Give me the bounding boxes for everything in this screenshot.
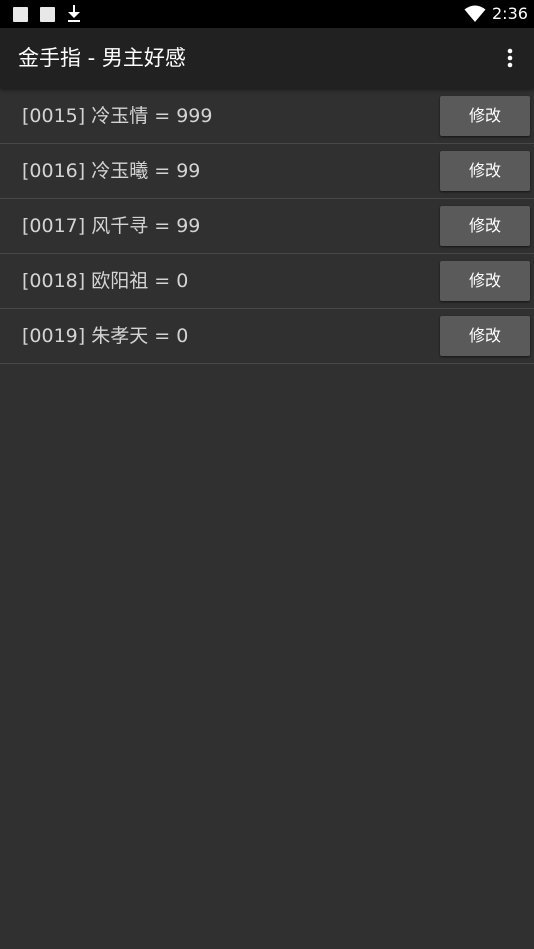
list-item: [0018] 欧阳祖 = 0 修改 bbox=[0, 254, 534, 309]
list-item-label: [0016] 冷玉曦 = 99 bbox=[22, 160, 201, 182]
status-time: 2:36 bbox=[492, 4, 528, 23]
list-item-label: [0019] 朱孝天 = 0 bbox=[22, 325, 189, 347]
notification-square-icon bbox=[13, 7, 28, 22]
download-icon bbox=[68, 5, 80, 22]
modify-button[interactable]: 修改 bbox=[440, 151, 530, 191]
list-item: [0017] 风千寻 = 99 修改 bbox=[0, 199, 534, 254]
modify-button[interactable]: 修改 bbox=[440, 96, 530, 136]
list-item: [0019] 朱孝天 = 0 修改 bbox=[0, 309, 534, 364]
modify-button[interactable]: 修改 bbox=[440, 206, 530, 246]
screen: 2:36 金手指 - 男主好感 [0015] 冷玉情 = 999 修改 [001… bbox=[0, 0, 534, 949]
cheat-list: [0015] 冷玉情 = 999 修改 [0016] 冷玉曦 = 99 修改 [… bbox=[0, 89, 534, 364]
list-item-label: [0015] 冷玉情 = 999 bbox=[22, 105, 213, 127]
list-item-label: [0018] 欧阳祖 = 0 bbox=[22, 270, 189, 292]
modify-button[interactable]: 修改 bbox=[440, 316, 530, 356]
page-title: 金手指 - 男主好感 bbox=[18, 46, 186, 70]
list-item-label: [0017] 风千寻 = 99 bbox=[22, 215, 201, 237]
notification-square-icon bbox=[40, 7, 55, 22]
list-item: [0016] 冷玉曦 = 99 修改 bbox=[0, 144, 534, 199]
status-bar: 2:36 bbox=[0, 0, 534, 28]
wifi-icon bbox=[464, 5, 486, 22]
app-bar: 金手指 - 男主好感 bbox=[0, 28, 534, 88]
more-vert-icon[interactable] bbox=[498, 46, 522, 70]
modify-button[interactable]: 修改 bbox=[440, 261, 530, 301]
list-item: [0015] 冷玉情 = 999 修改 bbox=[0, 89, 534, 144]
